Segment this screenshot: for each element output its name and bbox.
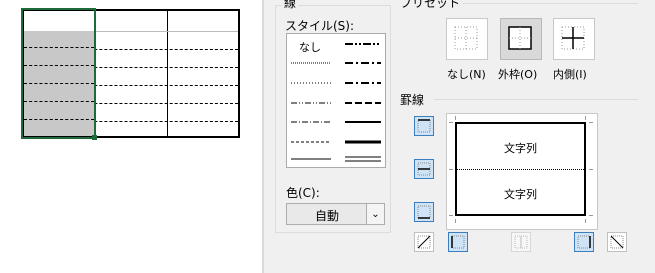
- border-bottom-icon: [417, 205, 431, 219]
- preset-group-title: プリセット: [400, 0, 461, 10]
- color-dropdown[interactable]: 自動 ⌄: [286, 203, 385, 225]
- corner-tick: [449, 122, 453, 123]
- color-dropdown-value: 自動: [314, 209, 339, 223]
- color-label: 色(C):: [286, 186, 320, 200]
- border-diagonal-down-button[interactable]: [607, 232, 627, 252]
- border-divider: [434, 99, 638, 100]
- preview-text-bottom: 文字列: [504, 188, 537, 201]
- preview-text-top: 文字列: [504, 142, 537, 155]
- preset-none-button[interactable]: [446, 18, 488, 60]
- preset-outline-icon: [508, 26, 532, 50]
- preview-middle-line: [455, 169, 586, 170]
- corner-tick: [449, 215, 453, 216]
- border-right-button[interactable]: [574, 232, 594, 252]
- preset-inside-button[interactable]: [553, 18, 595, 60]
- corner-tick: [589, 122, 593, 123]
- border-right-icon: [577, 235, 591, 249]
- border-middle-horizontal-button[interactable]: [414, 159, 434, 179]
- border-middle-horizontal-icon: [417, 162, 431, 176]
- corner-tick: [585, 219, 586, 223]
- preset-outline-button[interactable]: [500, 18, 542, 60]
- corner-tick: [455, 116, 456, 120]
- border-bottom-button[interactable]: [414, 202, 434, 222]
- preset-none-label: なし(N): [447, 68, 486, 81]
- middle-tick: [589, 169, 593, 170]
- border-left-icon: [451, 235, 465, 249]
- diagonal-down-icon: [610, 235, 624, 249]
- line-group-title: 線: [282, 0, 299, 11]
- corner-tick: [589, 215, 593, 216]
- border-diagonal-up-button[interactable]: [414, 232, 434, 252]
- preset-outline-label: 外枠(O): [498, 68, 538, 81]
- border-middle-vertical-icon: [514, 235, 528, 249]
- line-style-list[interactable]: なし: [286, 33, 386, 168]
- border-preview[interactable]: 文字列 文字列: [446, 113, 598, 230]
- chevron-down-icon[interactable]: ⌄: [366, 204, 384, 224]
- border-top-icon: [417, 119, 431, 133]
- line-style-none[interactable]: なし: [299, 39, 321, 55]
- middle-tick: [449, 169, 453, 170]
- border-middle-vertical-button[interactable]: [511, 232, 531, 252]
- column-line: [167, 11, 168, 136]
- preset-none-icon: [454, 26, 478, 50]
- border-group-title: 罫線: [400, 93, 425, 107]
- preset-inside-icon: [561, 26, 585, 50]
- corner-tick: [585, 116, 586, 120]
- corner-tick: [455, 219, 456, 223]
- border-top-button[interactable]: [414, 116, 434, 136]
- selection-border: [21, 8, 96, 139]
- fill-handle[interactable]: [92, 135, 97, 140]
- style-label: スタイル(S):: [285, 19, 355, 33]
- preset-inside-label: 内側(I): [553, 68, 587, 81]
- preset-divider: [463, 3, 638, 4]
- diagonal-up-icon: [417, 235, 431, 249]
- border-left-button[interactable]: [448, 232, 468, 252]
